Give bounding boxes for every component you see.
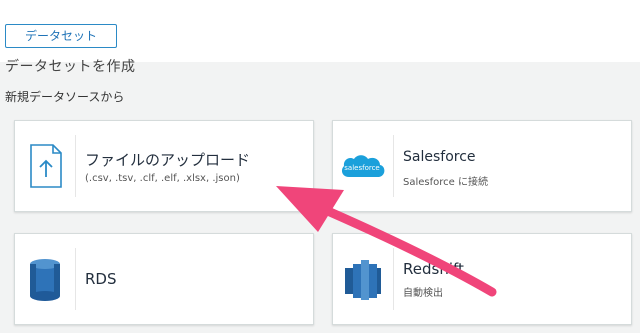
card-divider — [393, 248, 394, 310]
salesforce-subtitle: Salesforce に接続 — [403, 177, 488, 188]
svg-text:salesforce: salesforce — [344, 164, 379, 172]
card-divider — [75, 135, 76, 197]
card-divider — [393, 135, 394, 197]
dataset-button[interactable]: データセット — [5, 24, 117, 48]
salesforce-card[interactable]: salesforce Salesforce Salesforce に接続 — [332, 120, 632, 212]
rds-card[interactable]: RDS — [14, 233, 314, 325]
card-divider — [75, 248, 76, 310]
salesforce-title: Salesforce — [403, 149, 476, 165]
rds-title: RDS — [85, 270, 117, 288]
redshift-subtitle: 自動検出 — [403, 288, 443, 299]
top-toolbar: データセット — [0, 0, 640, 62]
upload-file-types: (.csv, .tsv, .clf, .elf, .xlsx, .json) — [85, 173, 240, 184]
salesforce-logo-icon: salesforce — [341, 155, 385, 177]
section-subheading: 新規データソースから — [5, 90, 125, 104]
upload-title: ファイルのアップロード — [85, 151, 251, 169]
page-heading: データセットを作成 — [5, 59, 136, 75]
redshift-card[interactable]: Redshift 自動検出 — [332, 233, 632, 325]
redshift-title: Redshift — [403, 260, 464, 278]
file-upload-icon — [30, 144, 62, 188]
upload-file-card[interactable]: ファイルのアップロード (.csv, .tsv, .clf, .elf, .xl… — [14, 120, 314, 212]
rds-database-icon — [30, 259, 60, 301]
redshift-icon — [345, 260, 381, 300]
